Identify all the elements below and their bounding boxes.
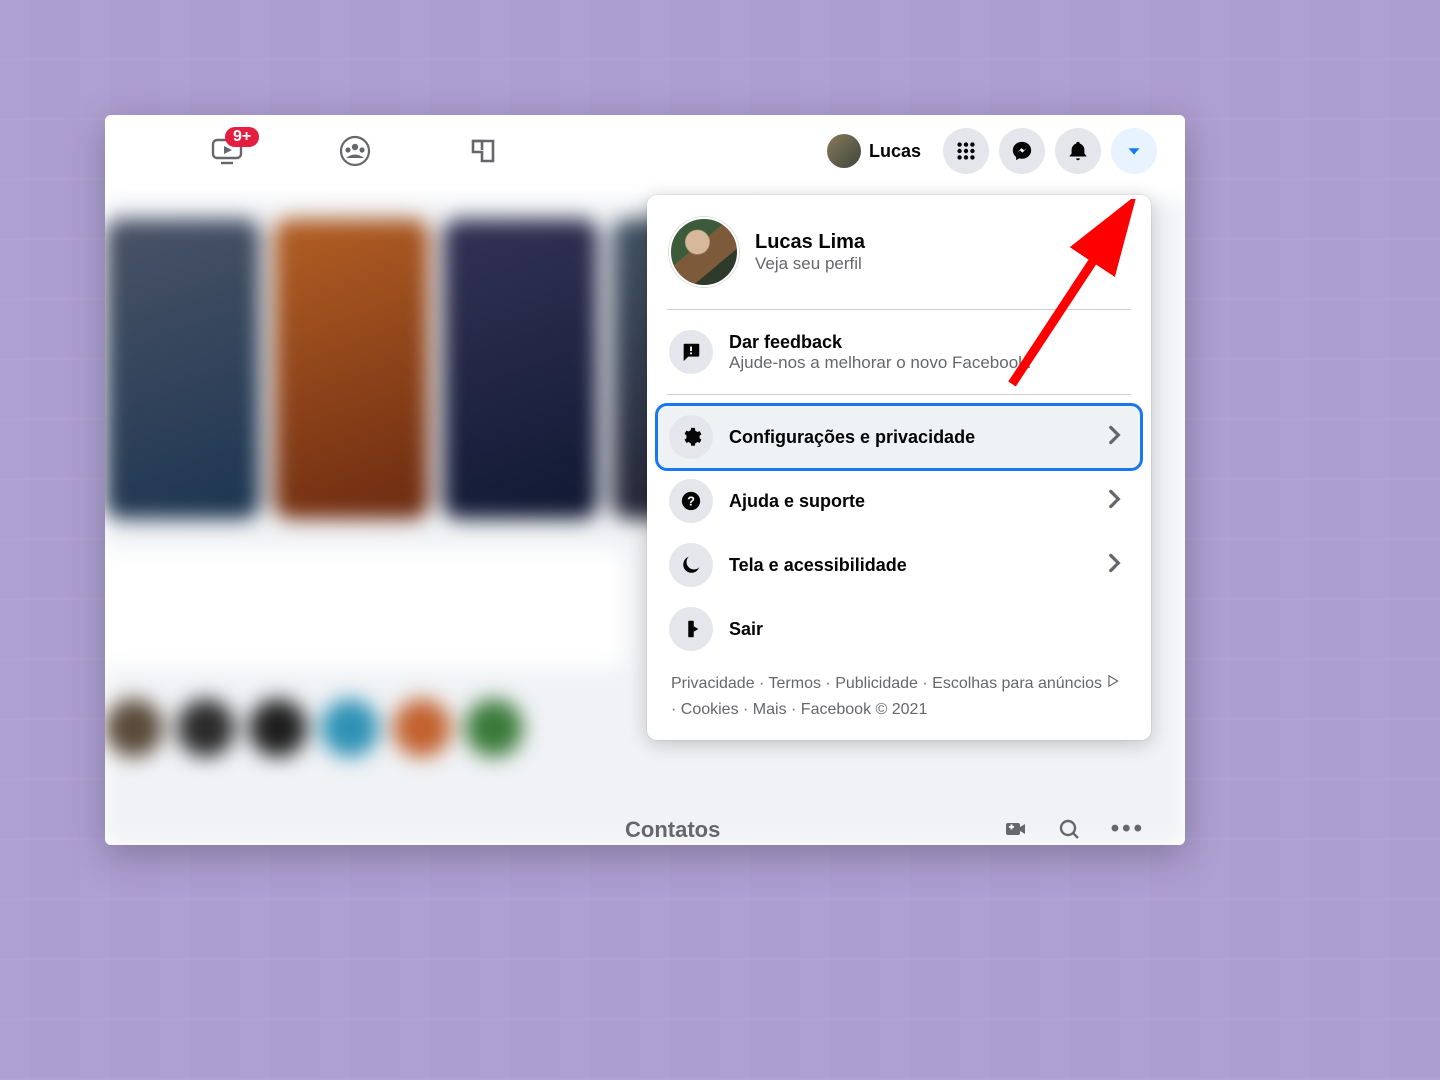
profile-chip-name: Lucas (869, 141, 921, 162)
dropdown-help-item[interactable]: ? Ajuda e suporte (657, 469, 1141, 533)
gaming-icon (465, 133, 501, 169)
notifications-button[interactable] (1055, 128, 1101, 174)
moon-icon (669, 543, 713, 587)
facebook-window: 9+ Lucas (105, 115, 1185, 845)
more-icon[interactable]: ••• (1111, 815, 1145, 843)
messenger-button[interactable] (999, 128, 1045, 174)
bell-icon (1067, 140, 1089, 162)
search-icon[interactable] (1057, 817, 1081, 841)
logout-icon (669, 607, 713, 651)
divider (667, 309, 1131, 310)
svg-text:?: ? (687, 494, 695, 509)
dropdown-footer: Privacidade · Termos · Publicidade · Esc… (657, 661, 1141, 726)
avatar (827, 134, 861, 168)
top-bar: 9+ Lucas (105, 115, 1185, 187)
menu-apps-button[interactable] (943, 128, 989, 174)
dropdown-help-label: Ajuda e suporte (729, 491, 865, 512)
adchoices-icon (1106, 671, 1120, 697)
caret-down-icon (1123, 140, 1145, 162)
grid-icon (955, 140, 977, 162)
watch-badge: 9+ (225, 127, 259, 147)
nav-tabs: 9+ (163, 115, 547, 187)
avatar (669, 217, 739, 287)
nav-watch-tab[interactable]: 9+ (163, 115, 291, 187)
groups-icon (337, 133, 373, 169)
chevron-right-icon (1101, 550, 1127, 581)
nav-gaming-tab[interactable] (419, 115, 547, 187)
help-icon: ? (669, 479, 713, 523)
dropdown-logout-item[interactable]: Sair (657, 597, 1141, 661)
profile-chip[interactable]: Lucas (823, 130, 933, 172)
dropdown-feedback-title: Dar feedback (729, 332, 1031, 353)
dropdown-feedback-sub: Ajude-nos a melhorar o novo Facebook. (729, 353, 1031, 373)
footer-text-1: Privacidade · Termos · Publicidade · Esc… (671, 675, 1106, 692)
dropdown-display-item[interactable]: Tela e acessibilidade (657, 533, 1141, 597)
dropdown-profile-sub: Veja seu perfil (755, 254, 865, 274)
gear-icon (669, 415, 713, 459)
feedback-icon (669, 330, 713, 374)
dropdown-feedback-item[interactable]: Dar feedback Ajude-nos a melhorar o novo… (657, 320, 1141, 384)
dropdown-settings-item[interactable]: Configurações e privacidade (657, 405, 1141, 469)
chevron-right-icon (1101, 486, 1127, 517)
nav-groups-tab[interactable] (291, 115, 419, 187)
messenger-icon (1011, 140, 1033, 162)
account-dropdown: Lucas Lima Veja seu perfil Dar feedback … (647, 195, 1151, 740)
new-room-icon[interactable] (1003, 817, 1027, 841)
dropdown-profile-name: Lucas Lima (755, 231, 865, 254)
account-dropdown-button[interactable] (1111, 128, 1157, 174)
dropdown-display-label: Tela e acessibilidade (729, 555, 907, 576)
contacts-toolbar: ••• (1003, 815, 1145, 843)
divider (667, 394, 1131, 395)
footer-text-2: · Cookies · Mais · Facebook © 2021 (671, 701, 927, 718)
topbar-right: Lucas (823, 128, 1157, 174)
dropdown-profile-link[interactable]: Lucas Lima Veja seu perfil (657, 205, 1141, 299)
chevron-right-icon (1101, 422, 1127, 453)
dropdown-settings-label: Configurações e privacidade (729, 427, 975, 448)
contacts-heading: Contatos (625, 817, 720, 843)
dropdown-logout-label: Sair (729, 619, 763, 640)
